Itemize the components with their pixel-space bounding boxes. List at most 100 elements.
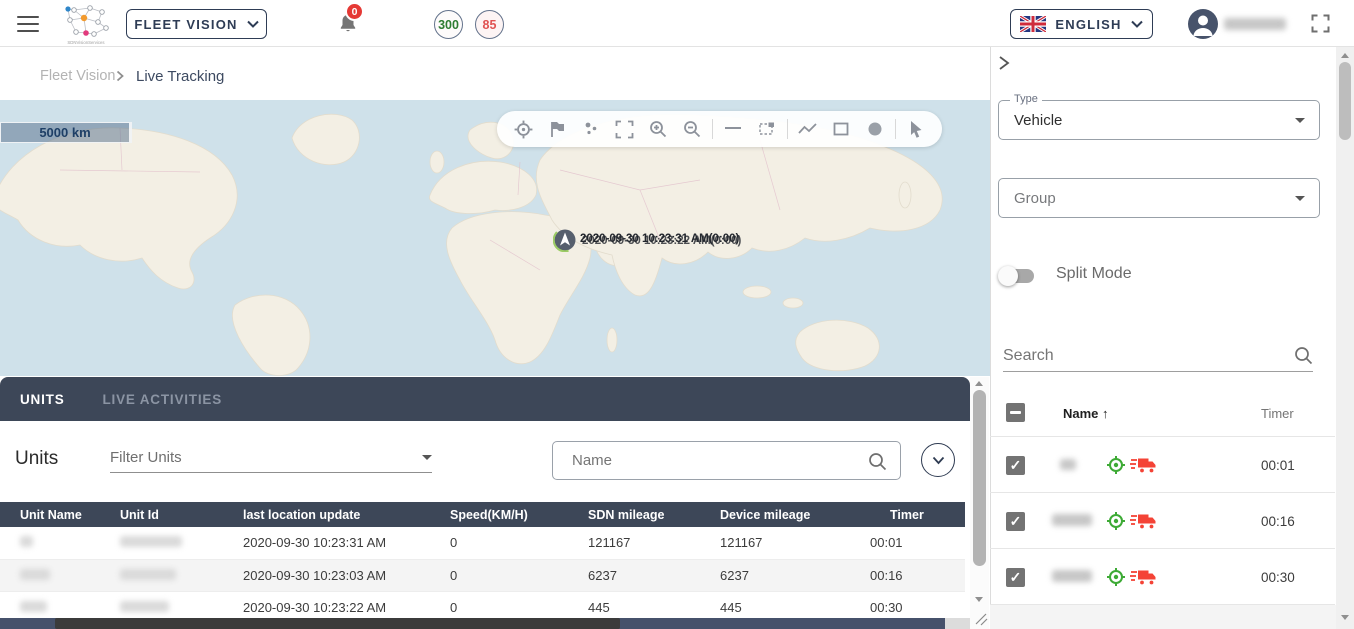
- vehicle-marker[interactable]: [552, 227, 578, 253]
- col-speed[interactable]: Speed(KM/H): [450, 502, 588, 527]
- row-checkbox[interactable]: ✓: [1006, 568, 1025, 587]
- breadcrumb-current: Live Tracking: [136, 68, 225, 85]
- type-select-value: Vehicle: [1014, 111, 1063, 129]
- scroll-thumb[interactable]: [973, 390, 986, 566]
- unit-name-redacted: [1060, 459, 1076, 470]
- gps-status-icon: [1107, 456, 1125, 474]
- truck-status-icon: [1130, 570, 1156, 586]
- scroll-down-arrow[interactable]: [975, 597, 983, 602]
- col-last-location-update[interactable]: last location update: [243, 502, 450, 527]
- gps-status-icon: [1107, 512, 1125, 530]
- scroll-thumb[interactable]: [1339, 62, 1351, 140]
- cell-sdn-mileage: 121167: [588, 527, 720, 560]
- chevron-down-icon: [932, 456, 944, 464]
- scroll-thumb[interactable]: [55, 618, 620, 629]
- row-checkbox[interactable]: ✓: [1006, 456, 1025, 475]
- table-row[interactable]: 2020-09-30 10:23:31 AM 0 121167 121167 0…: [0, 527, 965, 560]
- draw-circle-icon[interactable]: [861, 115, 889, 143]
- cell-timer: 00:16: [870, 559, 965, 592]
- fullscreen-icon[interactable]: [611, 115, 639, 143]
- col-sdn-mileage[interactable]: SDN mileage: [588, 502, 720, 527]
- search-icon[interactable]: [868, 452, 887, 471]
- sidebar-search-input[interactable]: [1003, 346, 1294, 365]
- notifications-button[interactable]: 0: [338, 2, 364, 39]
- fullscreen-icon[interactable]: [1311, 14, 1330, 33]
- partial-row: [990, 605, 1336, 629]
- units-vertical-scrollbar[interactable]: [970, 377, 989, 629]
- col-device-mileage[interactable]: Device mileage: [720, 502, 870, 527]
- group-select[interactable]: Group: [998, 178, 1320, 218]
- scroll-up-arrow[interactable]: [975, 381, 983, 386]
- collapse-panel-button[interactable]: [921, 443, 955, 477]
- row-timer: 00:01: [1261, 458, 1295, 473]
- map-scale: 5000 km: [0, 122, 132, 143]
- map-scale-label: 5000 km: [39, 125, 91, 140]
- type-select[interactable]: Vehicle: [998, 100, 1320, 140]
- locate-icon[interactable]: [509, 115, 537, 143]
- search-icon[interactable]: [1294, 346, 1313, 365]
- flag-icon[interactable]: [543, 115, 571, 143]
- select-all-checkbox[interactable]: [1006, 403, 1025, 422]
- split-mode-toggle[interactable]: [998, 266, 1034, 286]
- filter-units-select[interactable]: Filter Units: [110, 443, 432, 473]
- unit-id-redacted: [120, 600, 169, 612]
- fleet-vision-menu-label: FLEET VISION: [134, 16, 238, 32]
- list-header-name[interactable]: Name ↑: [1063, 406, 1109, 421]
- unit-id-redacted: [120, 536, 182, 548]
- cell-sdn-mileage: 6237: [588, 559, 720, 592]
- cell-last-update: 2020-09-30 10:23:03 AM: [243, 559, 450, 592]
- row-separator: [990, 548, 1335, 549]
- person-icon: [1193, 15, 1213, 36]
- truck-status-icon: [1130, 458, 1156, 474]
- row-separator: [990, 492, 1335, 493]
- toggle-thumb[interactable]: [998, 266, 1018, 286]
- language-label: ENGLISH: [1055, 16, 1122, 32]
- fleet-vision-menu-button[interactable]: FLEET VISION: [126, 9, 267, 39]
- page-vertical-scrollbar[interactable]: [1336, 47, 1354, 629]
- gps-status-icon: [1107, 568, 1125, 586]
- scroll-down-arrow[interactable]: [1341, 615, 1349, 620]
- units-horizontal-scrollbar[interactable]: [0, 618, 945, 629]
- zoom-in-icon[interactable]: [644, 115, 672, 143]
- chevron-down-icon: [1130, 20, 1143, 28]
- tab-units[interactable]: UNITS: [20, 392, 65, 407]
- list-header-timer[interactable]: Timer: [1261, 406, 1294, 421]
- select-area-icon[interactable]: [753, 115, 781, 143]
- measure-line-icon[interactable]: [719, 115, 747, 143]
- red-counter-badge[interactable]: 85: [475, 10, 504, 39]
- resize-grip-icon[interactable]: [972, 610, 988, 626]
- row-checkbox[interactable]: ✓: [1006, 512, 1025, 531]
- user-name-redacted: [1224, 18, 1286, 30]
- chevron-down-icon: [1295, 117, 1305, 123]
- green-counter-badge[interactable]: 300: [434, 10, 463, 39]
- sort-ascending-arrow: ↑: [1102, 406, 1109, 421]
- user-avatar[interactable]: [1188, 9, 1218, 39]
- tab-live-activities[interactable]: LIVE ACTIVITIES: [103, 392, 223, 407]
- breadcrumb-parent[interactable]: Fleet Vision: [40, 68, 116, 84]
- truck-status-icon: [1130, 514, 1156, 530]
- row-timer: 00:16: [1261, 514, 1295, 529]
- draw-rectangle-icon[interactable]: [827, 115, 855, 143]
- collapse-sidebar-chevron-icon[interactable]: [997, 55, 1011, 71]
- hamburger-menu-icon[interactable]: [17, 11, 39, 37]
- col-unit-name[interactable]: Unit Name: [0, 502, 120, 527]
- unit-name-redacted: [20, 568, 50, 580]
- table-row[interactable]: 2020-09-30 10:23:03 AM 0 6237 6237 00:16: [0, 559, 965, 592]
- scrollbar-corner: [945, 618, 970, 629]
- zoom-out-icon[interactable]: [678, 115, 706, 143]
- cluster-icon[interactable]: [577, 115, 605, 143]
- scroll-up-arrow[interactable]: [1341, 53, 1349, 58]
- unit-name-search: [552, 441, 901, 480]
- group-select-placeholder: Group: [1014, 189, 1056, 207]
- pointer-icon[interactable]: [902, 115, 930, 143]
- cell-timer: 00:01: [870, 527, 965, 560]
- chevron-down-icon: [1295, 195, 1305, 201]
- unit-id-redacted: [120, 568, 176, 580]
- col-unit-id[interactable]: Unit Id: [120, 502, 243, 527]
- language-selector-button[interactable]: ENGLISH: [1010, 9, 1153, 39]
- draw-polyline-icon[interactable]: [793, 115, 821, 143]
- cell-last-update: 2020-09-30 10:23:31 AM: [243, 527, 450, 560]
- col-timer[interactable]: Timer: [870, 502, 965, 527]
- unit-name-search-input[interactable]: [553, 442, 900, 479]
- unit-name-redacted: [1052, 570, 1092, 582]
